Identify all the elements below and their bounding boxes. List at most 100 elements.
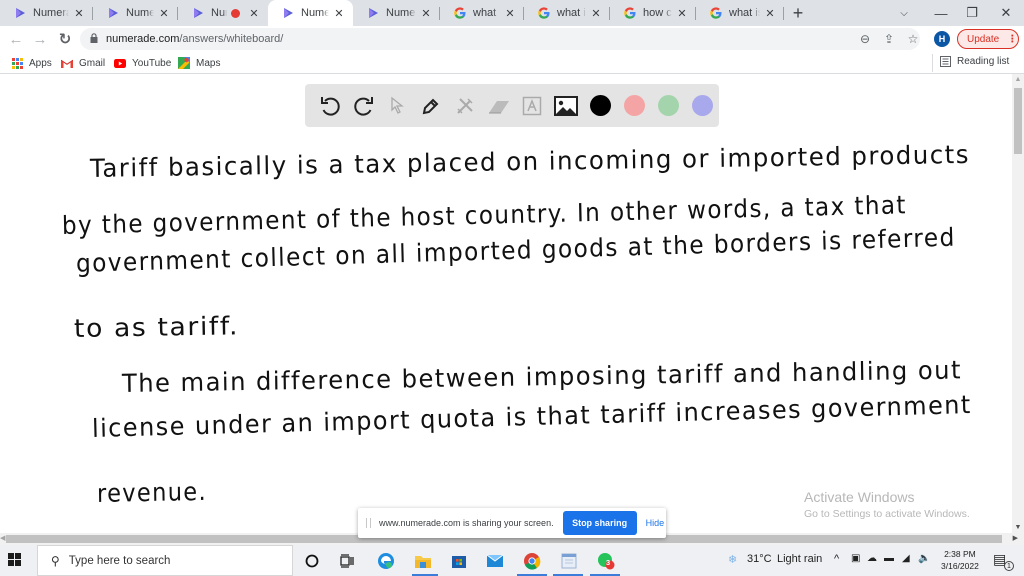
task-view-icon[interactable] <box>336 550 358 572</box>
cortana-icon[interactable] <box>301 550 323 572</box>
color-swatch-button[interactable] <box>617 91 651 121</box>
youtube-icon <box>114 58 126 69</box>
tab-search-button[interactable]: ⌵ <box>887 0 921 26</box>
handwritten-line: The main difference between imposing tar… <box>121 355 963 398</box>
restore-button[interactable]: ❐ <box>955 0 989 26</box>
close-window-button[interactable]: ✕ <box>989 0 1023 26</box>
redo-button[interactable] <box>347 91 381 121</box>
close-tab-icon[interactable]: ✕ <box>764 7 776 20</box>
url-host: numerade.com <box>106 33 180 45</box>
browser-tab[interactable]: Numerade ✕ <box>268 0 353 26</box>
close-tab-icon[interactable]: ✕ <box>333 7 345 20</box>
stop-sharing-button[interactable]: Stop sharing <box>562 511 637 535</box>
weather-icon[interactable]: ❄ <box>728 553 737 566</box>
close-tab-icon[interactable]: ✕ <box>420 7 432 20</box>
address-bar[interactable]: numerade.com/answers/whiteboard/ <box>80 28 920 50</box>
browser-tab[interactable]: what happ ✕ <box>440 0 524 26</box>
close-tab-icon[interactable]: ✕ <box>73 7 85 20</box>
mail-icon[interactable] <box>484 550 506 572</box>
volume-icon[interactable]: 🔈 <box>918 553 930 564</box>
tab-strip: Numerade✕Numerade✕Nume✕Numerade✕Numerade… <box>0 0 1024 26</box>
profile-avatar[interactable]: H <box>934 31 950 47</box>
chrome-icon[interactable] <box>521 550 543 572</box>
tab-title: what happ <box>473 7 500 19</box>
system-clock[interactable]: 2:38 PM 3/16/2022 <box>941 548 979 572</box>
update-button[interactable]: Update ⋮ <box>957 29 1019 49</box>
edge-icon[interactable] <box>375 550 397 572</box>
pen-tool-button[interactable] <box>414 91 448 121</box>
scroll-up-arrow-icon[interactable]: ▲ <box>1012 76 1024 83</box>
microsoft-store-icon[interactable] <box>448 550 470 572</box>
color-swatch-button[interactable] <box>583 91 617 121</box>
vertical-scrollbar[interactable]: ▲ ▼ <box>1012 74 1024 533</box>
handwritten-line: revenue. <box>96 476 208 508</box>
battery-icon[interactable]: ▬ <box>884 553 894 564</box>
browser-tab[interactable]: what is ch ✕ <box>696 0 784 26</box>
image-tool-button[interactable] <box>549 91 583 121</box>
back-button[interactable]: ← <box>6 30 26 48</box>
color-swatch-button[interactable] <box>651 91 685 121</box>
share-message: www.numerade.com is sharing your screen. <box>379 518 554 528</box>
reading-list-button[interactable]: Reading list <box>931 54 1009 72</box>
calendar-app-icon[interactable] <box>558 550 580 572</box>
meet-now-icon[interactable]: ▣ <box>851 553 860 564</box>
shapes-tool-button[interactable] <box>448 91 482 121</box>
browser-tab[interactable]: how can a ✕ <box>610 0 696 26</box>
new-tab-button[interactable]: + <box>784 0 812 26</box>
show-hidden-icons-chevron-icon[interactable]: ^ <box>834 553 839 565</box>
close-tab-icon[interactable]: ✕ <box>158 7 170 20</box>
text-box-icon <box>523 96 542 115</box>
reload-button[interactable]: ↻ <box>55 30 75 48</box>
weather-condition[interactable]: Light rain <box>777 553 822 565</box>
whiteboard-canvas[interactable]: Tariff basically is a tax placed on inco… <box>0 74 1012 533</box>
scroll-left-arrow-icon[interactable]: ◀ <box>0 534 5 542</box>
minimize-button[interactable]: — <box>924 0 958 26</box>
weather-temp[interactable]: 31°C <box>747 553 772 565</box>
wifi-icon[interactable]: ◢ <box>902 553 910 564</box>
close-tab-icon[interactable]: ✕ <box>504 7 516 20</box>
screen: Numerade✕Numerade✕Nume✕Numerade✕Numerade… <box>0 0 1024 576</box>
file-explorer-icon[interactable] <box>412 550 434 572</box>
tab-title: Nume <box>211 7 227 19</box>
scroll-down-arrow-icon[interactable]: ▼ <box>1012 524 1024 531</box>
google-icon <box>454 7 466 19</box>
bookmark-apps[interactable]: Apps <box>11 56 52 70</box>
bookmark-youtube[interactable]: YouTube <box>114 56 171 70</box>
whiteboard-toolbar <box>305 84 719 127</box>
browser-tab[interactable]: Numerade ✕ <box>0 0 93 26</box>
screen-share-banner: www.numerade.com is sharing your screen.… <box>358 508 666 538</box>
share-icon[interactable]: ⇪ <box>881 32 897 46</box>
zoom-icon[interactable]: ⊖ <box>857 32 873 46</box>
tab-title: what is ch <box>729 7 760 19</box>
undo-icon <box>320 96 340 116</box>
hide-banner-link[interactable]: Hide <box>646 518 665 528</box>
google-icon <box>624 7 636 19</box>
close-tab-icon[interactable]: ✕ <box>248 7 260 20</box>
browser-tab[interactable]: Nume ✕ <box>178 0 268 26</box>
close-tab-icon[interactable]: ✕ <box>676 7 688 20</box>
forward-button[interactable]: → <box>30 30 50 48</box>
select-tool-button[interactable] <box>381 91 415 121</box>
tab-title: what is m <box>557 7 586 19</box>
windows-start-icon[interactable] <box>8 553 21 566</box>
close-tab-icon[interactable]: ✕ <box>590 7 602 20</box>
bookmark-gmail[interactable]: Gmail <box>61 56 105 70</box>
notification-count: 1 <box>1004 561 1014 571</box>
taskbar-search-input[interactable]: ⚲ Type here to search <box>37 545 293 576</box>
tools-icon <box>457 97 473 114</box>
undo-button[interactable] <box>313 91 347 121</box>
browser-tab[interactable]: Numerade ✕ <box>93 0 178 26</box>
browser-tab[interactable]: what is m ✕ <box>524 0 610 26</box>
text-tool-button[interactable] <box>516 91 550 121</box>
onedrive-cloud-icon[interactable]: ☁ <box>867 553 877 564</box>
bookmark-star-icon[interactable]: ☆ <box>905 32 921 46</box>
color-swatch-button[interactable] <box>685 91 719 121</box>
bookmark-maps[interactable]: Maps <box>178 56 220 70</box>
drag-handle-icon[interactable] <box>366 518 371 528</box>
whatsapp-icon[interactable]: 3 <box>595 550 617 572</box>
eraser-tool-button[interactable] <box>482 91 516 121</box>
browser-tab[interactable]: Numerade ✕ <box>353 0 440 26</box>
color-swatch-dot <box>589 95 611 116</box>
vertical-scroll-thumb[interactable] <box>1014 88 1022 154</box>
scroll-right-arrow-icon[interactable]: ▶ <box>1013 534 1018 542</box>
